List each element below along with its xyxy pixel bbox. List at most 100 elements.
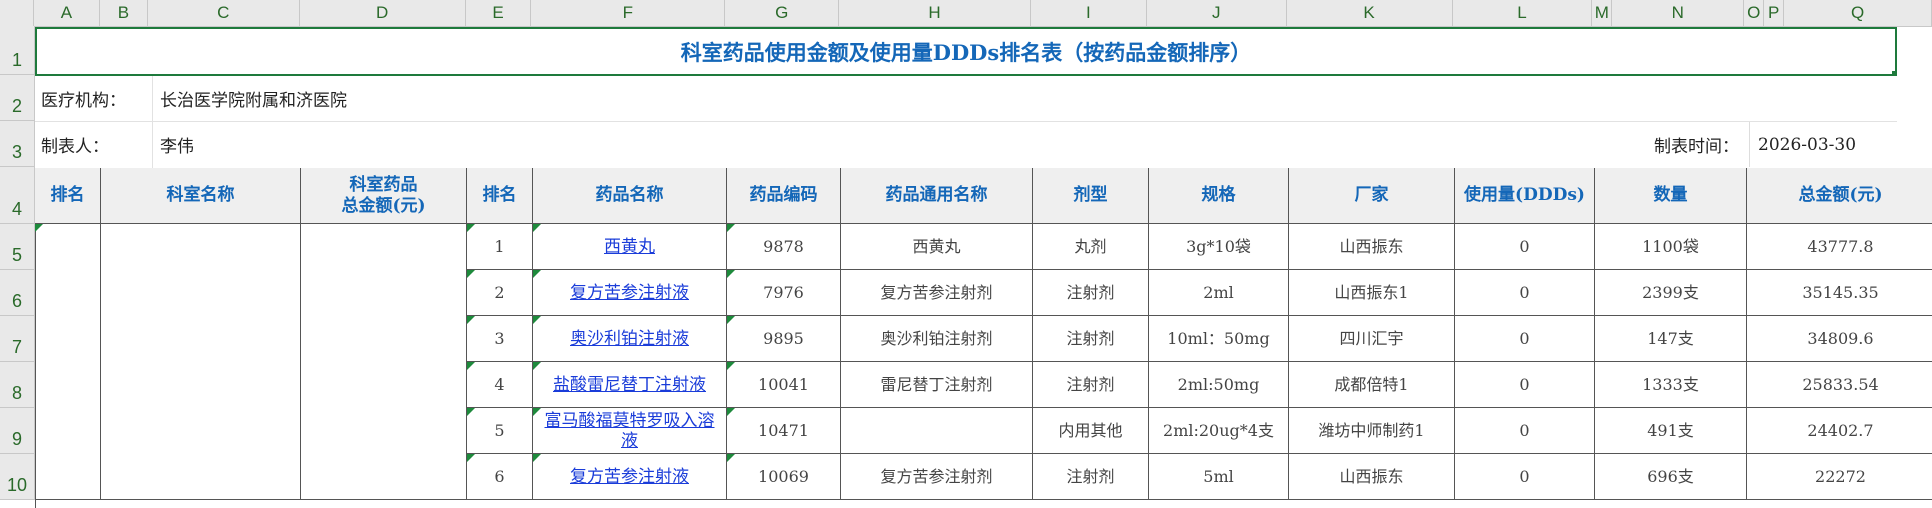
drug-name-hyperlink[interactable]: 复方苦参注射液 (570, 467, 689, 487)
column-header-D[interactable]: D (300, 0, 466, 26)
header-drug-name[interactable]: 药品名称 (533, 168, 727, 224)
ddds-cell[interactable]: 0 (1455, 408, 1595, 454)
spec-cell[interactable]: 2ml (1149, 270, 1289, 316)
maker-label[interactable]: 制表人： (35, 122, 152, 167)
row-header-2[interactable]: 2 (0, 75, 34, 121)
drug-name-link[interactable]: 奥沙利铂注射液 (533, 316, 727, 362)
header-amount[interactable]: 总金额(元) (1747, 168, 1932, 224)
amount-cell[interactable]: 24402.7 (1747, 408, 1932, 454)
row-header-5[interactable]: 5 (0, 224, 34, 270)
drug-name-link[interactable]: 西黄丸 (533, 224, 727, 270)
header-dept-total[interactable]: 科室药品 总金额(元) (301, 168, 467, 224)
dept-name-cell-merged[interactable] (101, 224, 301, 500)
amount-cell[interactable]: 43777.8 (1747, 224, 1932, 270)
spec-cell[interactable]: 5ml (1149, 454, 1289, 500)
row-header-3[interactable]: 3 (0, 121, 34, 167)
row-header-8[interactable]: 8 (0, 362, 34, 408)
header-ddds[interactable]: 使用量(DDDs) (1455, 168, 1595, 224)
column-header-F[interactable]: F (531, 0, 726, 26)
row-header-7[interactable]: 7 (0, 316, 34, 362)
quantity-cell[interactable]: 696支 (1595, 454, 1747, 500)
dosage-form-cell[interactable]: 注射剂 (1033, 270, 1149, 316)
row-header-4[interactable]: 4 (0, 167, 34, 224)
column-header-E[interactable]: E (466, 0, 532, 26)
quantity-cell[interactable]: 1100袋 (1595, 224, 1747, 270)
drug-rank-cell[interactable]: 2 (467, 270, 533, 316)
column-header-M[interactable]: M (1592, 0, 1613, 26)
manufacturer-cell[interactable]: 成都倍特1 (1289, 362, 1455, 408)
column-header-G[interactable]: G (725, 0, 840, 26)
generic-name-cell[interactable]: 复方苦参注射剂 (841, 454, 1033, 500)
maker-value[interactable]: 李伟 (152, 122, 452, 167)
drug-code-cell[interactable]: 9895 (727, 316, 841, 362)
row-header-10[interactable]: 10 (0, 454, 34, 500)
ddds-cell[interactable]: 0 (1455, 454, 1595, 500)
column-header-H[interactable]: H (839, 0, 1031, 26)
header-manufacturer[interactable]: 厂家 (1289, 168, 1455, 224)
generic-name-cell[interactable]: 奥沙利铂注射剂 (841, 316, 1033, 362)
manufacturer-cell[interactable]: 山西振东1 (1289, 270, 1455, 316)
quantity-cell[interactable]: 147支 (1595, 316, 1747, 362)
column-header-I[interactable]: I (1031, 0, 1147, 26)
drug-code-cell[interactable]: 10041 (727, 362, 841, 408)
header-drug-rank[interactable]: 排名 (467, 168, 533, 224)
drug-rank-cell[interactable]: 4 (467, 362, 533, 408)
time-label[interactable]: 制表时间： (1609, 122, 1745, 167)
drug-name-link[interactable]: 盐酸雷尼替丁注射液 (533, 362, 727, 408)
drug-name-link[interactable]: 复方苦参注射液 (533, 270, 727, 316)
spec-cell[interactable]: 2ml:50mg (1149, 362, 1289, 408)
column-header-P[interactable]: P (1764, 0, 1785, 26)
drug-code-cell[interactable]: 10069 (727, 454, 841, 500)
report-title[interactable]: 科室药品使用金额及使用量DDDs排名表（按药品金额排序） (35, 27, 1897, 76)
drug-code-cell[interactable]: 10471 (727, 408, 841, 454)
drug-code-cell[interactable]: 9878 (727, 224, 841, 270)
drug-rank-cell[interactable]: 3 (467, 316, 533, 362)
drug-name-hyperlink[interactable]: 西黄丸 (604, 237, 655, 257)
amount-cell[interactable]: 34809.6 (1747, 316, 1932, 362)
ddds-cell[interactable]: 0 (1455, 316, 1595, 362)
spec-cell[interactable]: 10ml：50mg (1149, 316, 1289, 362)
header-drug-code[interactable]: 药品编码 (727, 168, 841, 224)
column-header-K[interactable]: K (1287, 0, 1453, 26)
org-value[interactable]: 长治医学院附属和济医院 (152, 76, 752, 121)
amount-cell[interactable]: 22272 (1747, 454, 1932, 500)
drug-rank-cell[interactable]: 5 (467, 408, 533, 454)
header-quantity[interactable]: 数量 (1595, 168, 1747, 224)
column-header-B[interactable]: B (100, 0, 148, 26)
column-header-Q[interactable]: Q (1784, 0, 1932, 26)
org-label[interactable]: 医疗机构： (35, 76, 152, 121)
quantity-cell[interactable]: 491支 (1595, 408, 1747, 454)
drug-code-cell[interactable]: 7976 (727, 270, 841, 316)
dosage-form-cell[interactable]: 注射剂 (1033, 362, 1149, 408)
column-header-L[interactable]: L (1453, 0, 1593, 26)
spec-cell[interactable]: 2ml:20ug*4支 (1149, 408, 1289, 454)
select-all-corner[interactable] (0, 0, 34, 26)
dosage-form-cell[interactable]: 内用其他 (1033, 408, 1149, 454)
drug-rank-cell[interactable]: 6 (467, 454, 533, 500)
manufacturer-cell[interactable]: 四川汇宇 (1289, 316, 1455, 362)
header-dept-name[interactable]: 科室名称 (101, 168, 301, 224)
column-header-N[interactable]: N (1612, 0, 1745, 26)
drug-name-hyperlink[interactable]: 盐酸雷尼替丁注射液 (553, 375, 706, 395)
ddds-cell[interactable]: 0 (1455, 362, 1595, 408)
manufacturer-cell[interactable]: 山西振东 (1289, 224, 1455, 270)
header-spec[interactable]: 规格 (1149, 168, 1289, 224)
dosage-form-cell[interactable]: 注射剂 (1033, 454, 1149, 500)
drug-name-link[interactable]: 复方苦参注射液 (533, 454, 727, 500)
generic-name-cell[interactable]: 西黄丸 (841, 224, 1033, 270)
column-header-O[interactable]: O (1744, 0, 1765, 26)
dosage-form-cell[interactable]: 注射剂 (1033, 316, 1149, 362)
column-header-A[interactable]: A (34, 0, 100, 26)
dosage-form-cell[interactable]: 丸剂 (1033, 224, 1149, 270)
manufacturer-cell[interactable]: 山西振东 (1289, 454, 1455, 500)
dept-total-cell-merged[interactable] (301, 224, 467, 500)
amount-cell[interactable]: 35145.35 (1747, 270, 1932, 316)
ddds-cell[interactable]: 0 (1455, 270, 1595, 316)
column-header-J[interactable]: J (1147, 0, 1287, 26)
generic-name-cell[interactable]: 复方苦参注射剂 (841, 270, 1033, 316)
row-header-9[interactable]: 9 (0, 408, 34, 454)
generic-name-cell[interactable]: 雷尼替丁注射剂 (841, 362, 1033, 408)
quantity-cell[interactable]: 1333支 (1595, 362, 1747, 408)
quantity-cell[interactable]: 2399支 (1595, 270, 1747, 316)
drug-name-link[interactable]: 富马酸福莫特罗吸入溶液 (533, 408, 727, 454)
